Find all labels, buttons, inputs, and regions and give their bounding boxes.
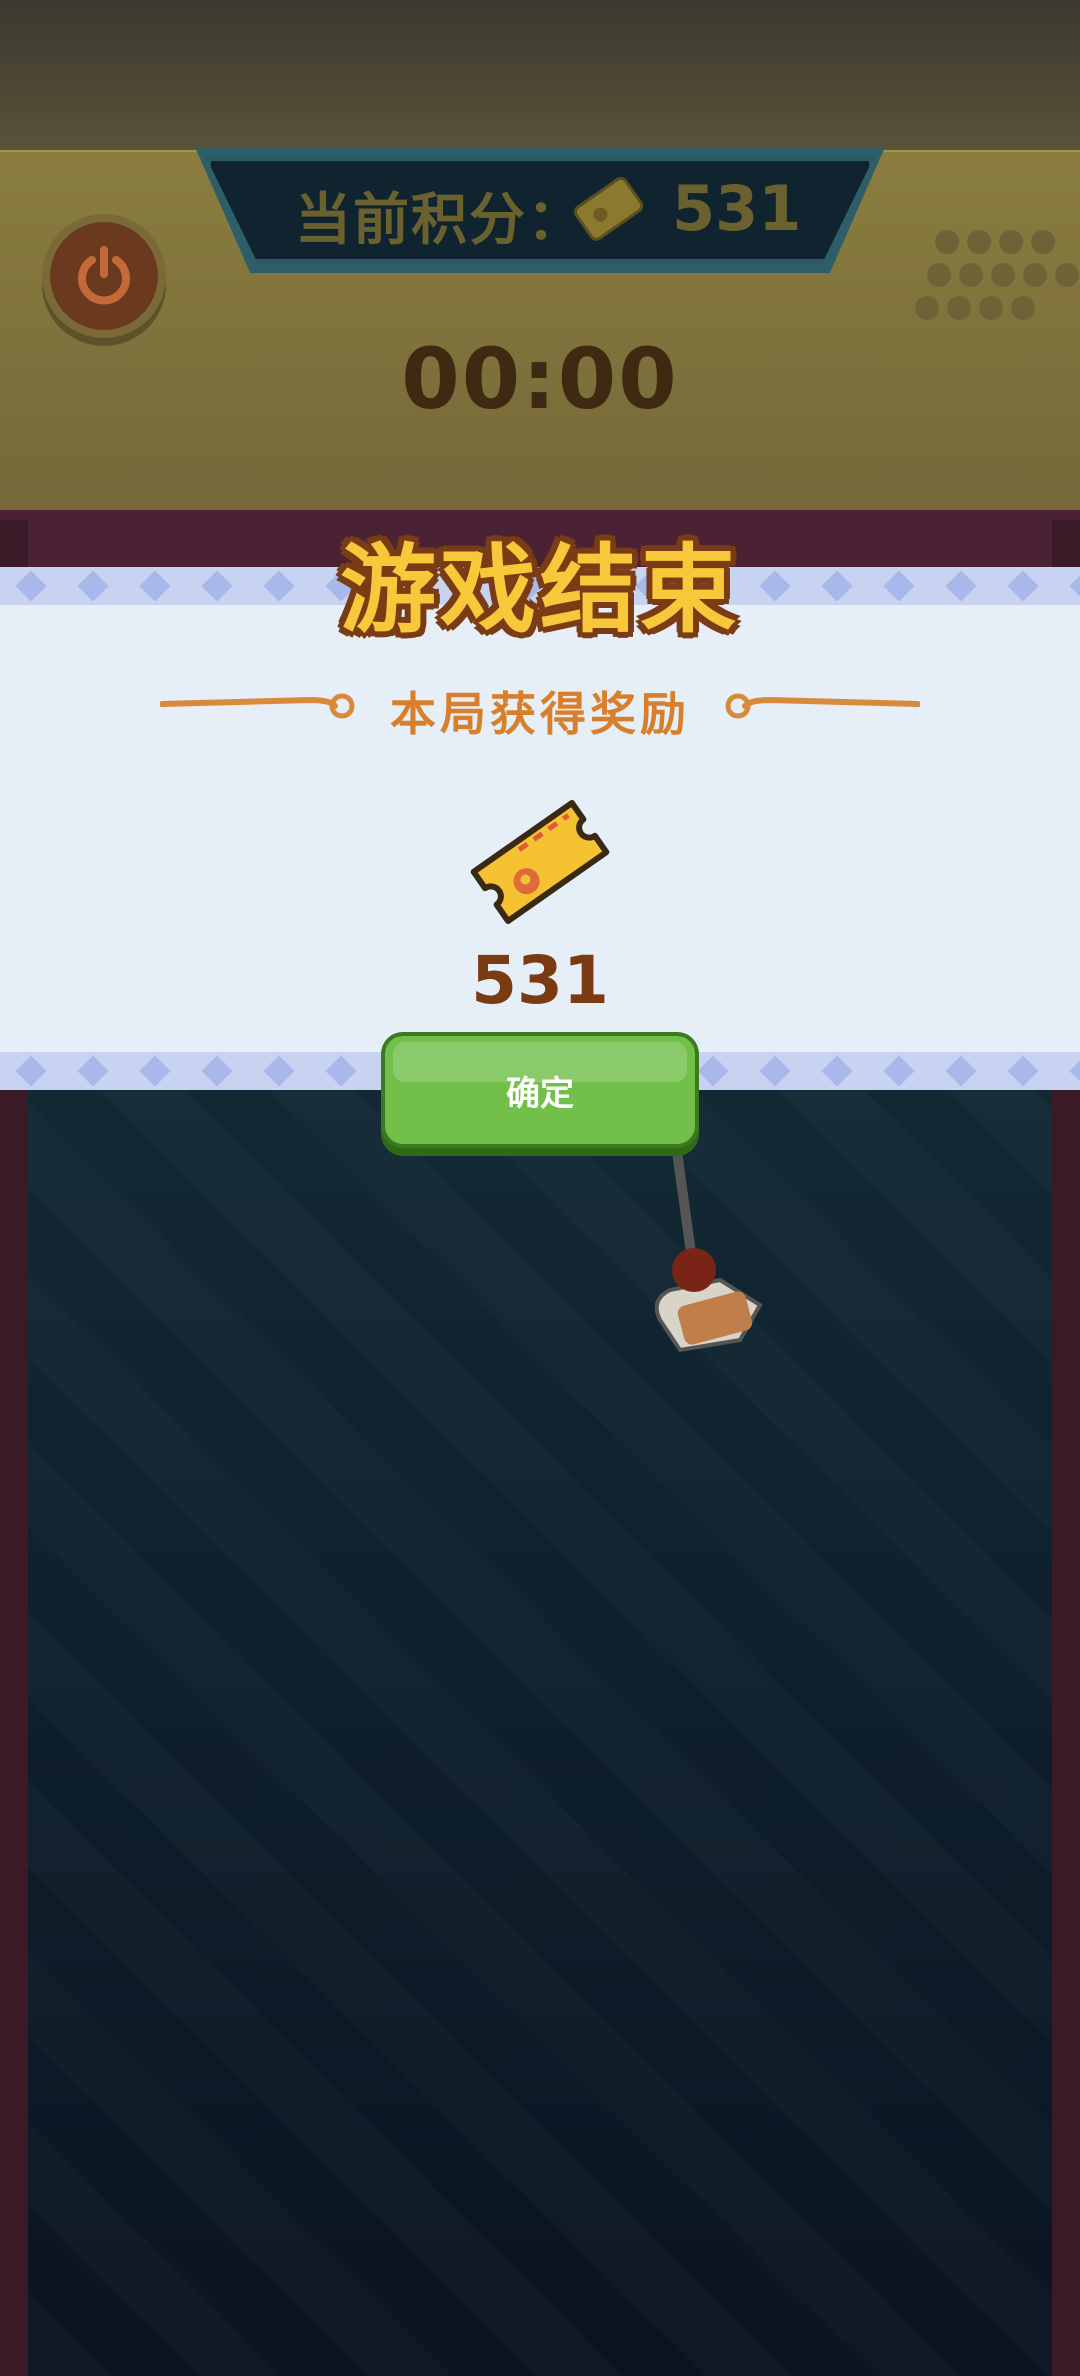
claw-icon	[654, 1130, 763, 1353]
power-icon	[78, 246, 130, 305]
timer: 00:00	[401, 330, 679, 428]
power-button[interactable]	[50, 222, 158, 330]
confirm-button-label: 确定	[506, 1075, 574, 1113]
score-value: 531	[672, 172, 802, 245]
ticket-icon	[573, 176, 644, 241]
playfield	[28, 1090, 1052, 2376]
reward-value: 531	[471, 942, 609, 1019]
score-label: 当前积分：	[295, 188, 585, 253]
ornament-right-icon	[725, 693, 920, 719]
confirm-button[interactable]: 确定	[385, 1036, 695, 1144]
header-top-band	[0, 0, 1080, 150]
modal-title: 游戏结束	[340, 534, 740, 646]
ticket-icon	[470, 800, 610, 924]
